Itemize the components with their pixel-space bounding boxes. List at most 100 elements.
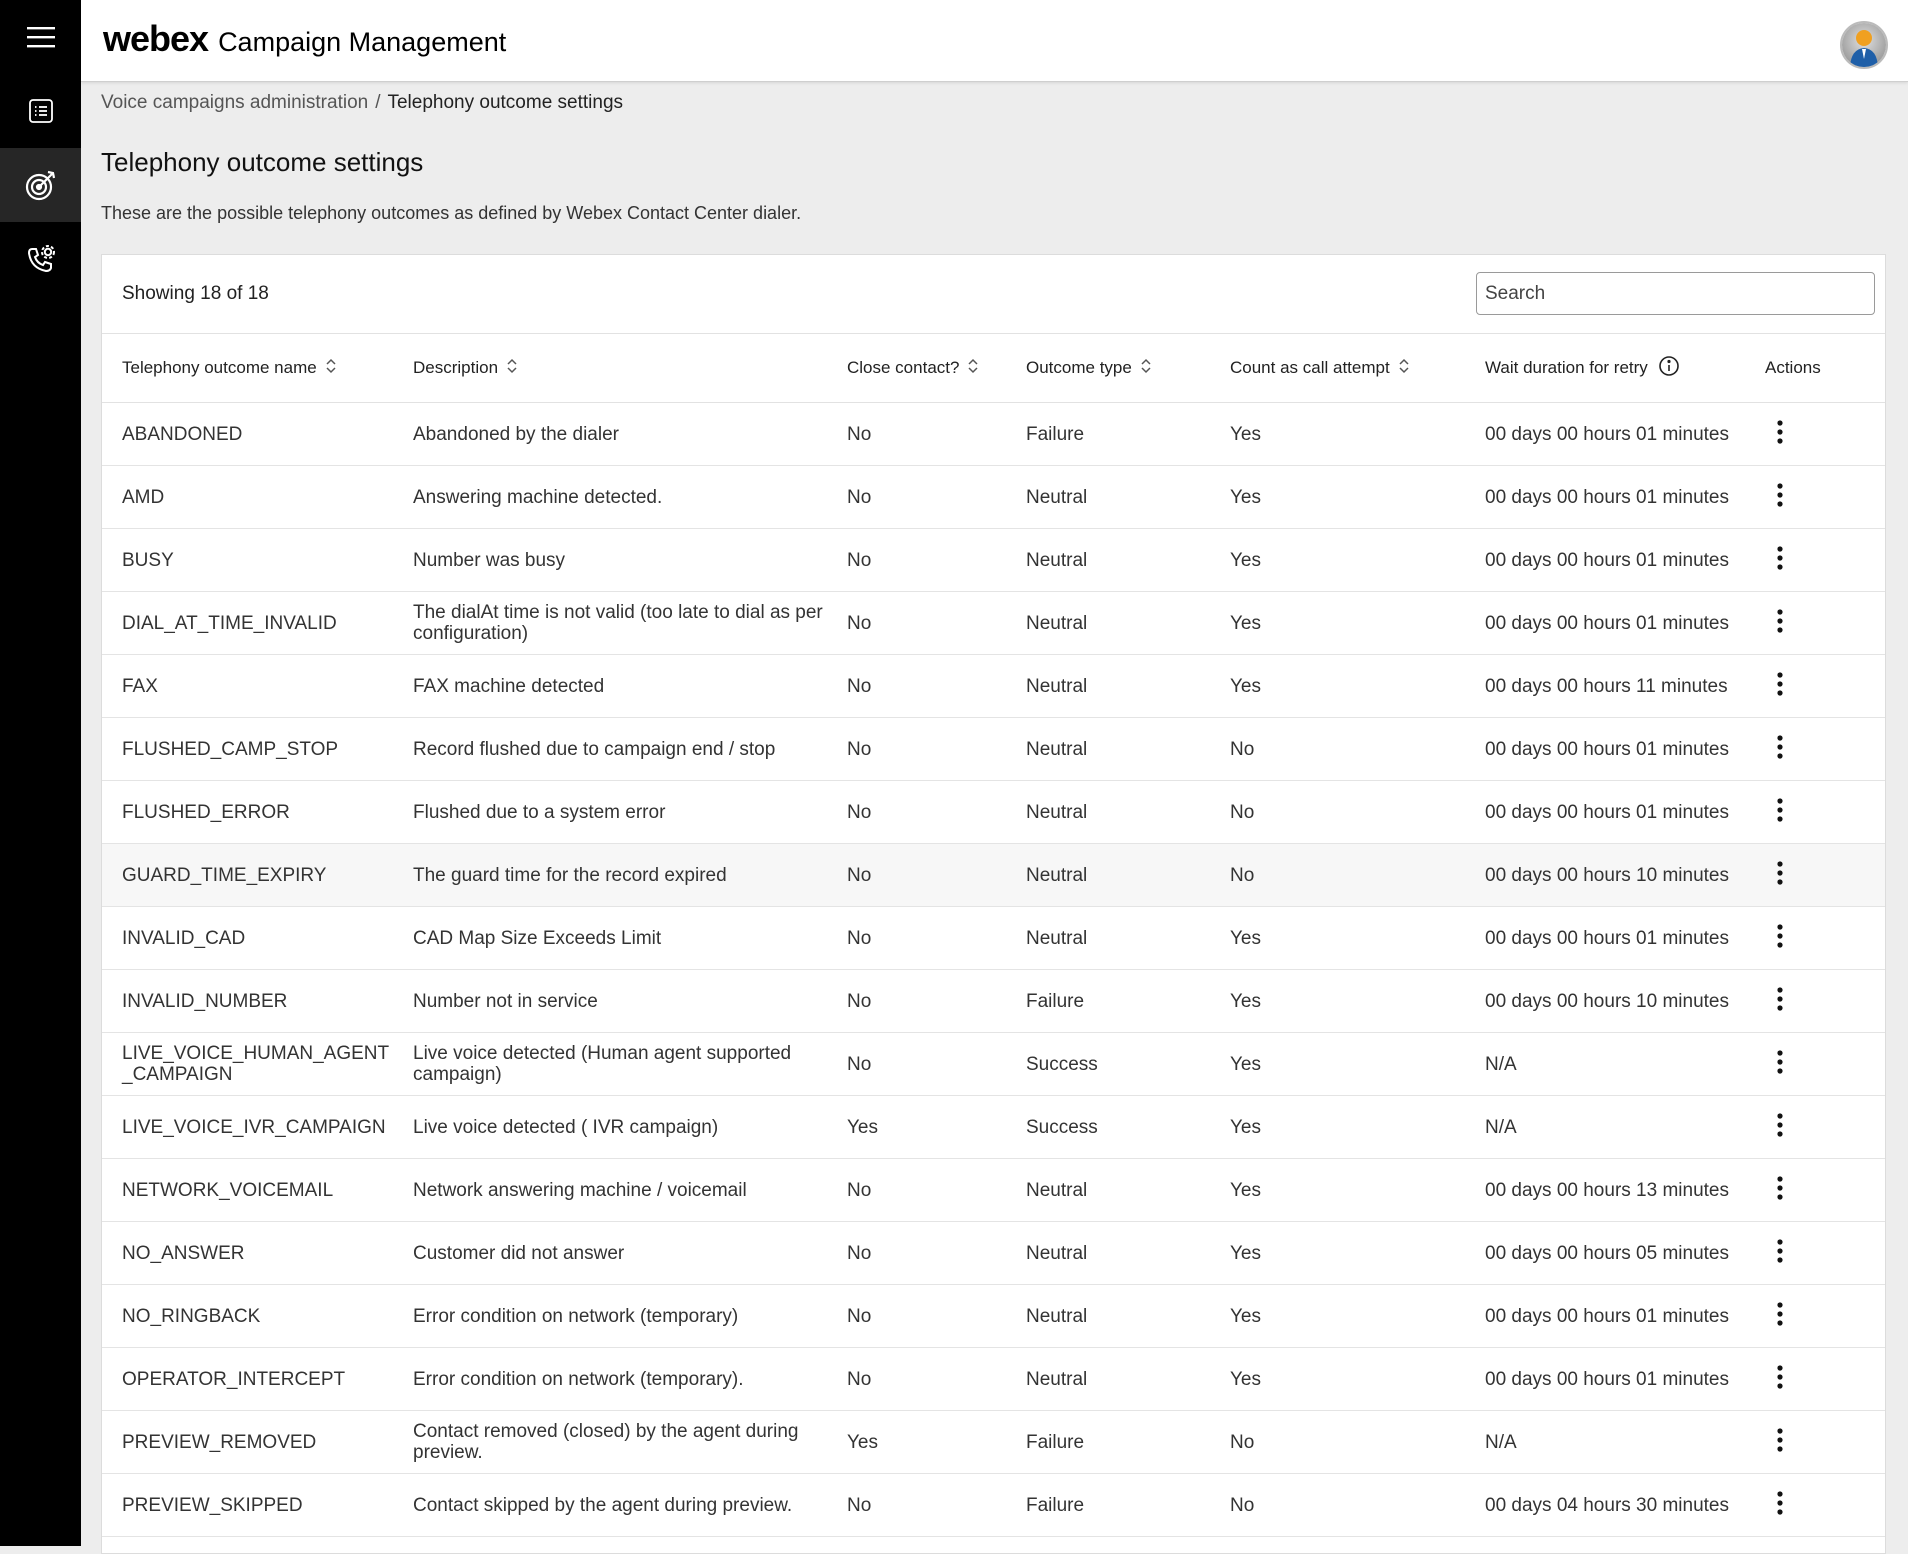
more-actions-button[interactable] <box>1765 667 1795 701</box>
kebab-menu-icon <box>1765 856 1795 890</box>
column-header-close-contact[interactable]: Close contact? <box>827 334 1006 403</box>
more-actions-button[interactable] <box>1765 1297 1795 1331</box>
more-actions-button[interactable] <box>1765 541 1795 575</box>
sort-icon[interactable] <box>325 357 337 380</box>
outcome-name-cell: PREVIEW_SKIPPED <box>102 1473 393 1537</box>
description-cell: The dialAt time is not valid (too late t… <box>393 591 827 655</box>
sort-icon[interactable] <box>967 357 979 380</box>
nav-outcomes[interactable] <box>0 148 81 222</box>
more-actions-button[interactable] <box>1765 478 1795 512</box>
menu-icon <box>26 26 55 48</box>
user-avatar[interactable] <box>1840 21 1888 69</box>
list-icon <box>28 98 54 124</box>
outcome-type-cell: Neutral <box>1006 1347 1210 1411</box>
nav-campaigns-list[interactable] <box>0 74 81 148</box>
count-as-attempt-cell: Yes <box>1210 906 1465 970</box>
breadcrumb-parent-link[interactable]: Voice campaigns administration <box>101 92 368 113</box>
description-cell: FAX machine detected <box>393 654 827 718</box>
more-actions-button[interactable] <box>1765 1108 1795 1142</box>
outcome-name-cell: BUSY <box>102 528 393 592</box>
more-actions-button[interactable] <box>1765 1423 1795 1457</box>
search-input[interactable] <box>1476 272 1875 315</box>
sort-icon[interactable] <box>1398 357 1410 380</box>
outcome-name-cell: NO_RINGBACK <box>102 1284 393 1348</box>
description-cell: Error condition on network (temporary) <box>393 1284 827 1348</box>
table-row: INVALID_NUMBER Number not in service No Fai… <box>102 969 1885 1033</box>
more-actions-button[interactable] <box>1765 1171 1795 1205</box>
column-header-outcome-type[interactable]: Outcome type <box>1006 334 1210 403</box>
kebab-menu-icon <box>1765 1171 1795 1205</box>
description-cell: Record flushed due to campaign end / sto… <box>393 717 827 781</box>
outcome-type-cell: Neutral <box>1006 1221 1210 1285</box>
close-contact-cell: No <box>827 1347 1006 1411</box>
results-count: Showing 18 of 18 <box>122 283 269 304</box>
more-actions-button[interactable] <box>1765 982 1795 1016</box>
actions-cell <box>1745 654 1885 718</box>
table-body: ABANDONED Abandoned by the dialer No Failur… <box>102 402 1885 1537</box>
wait-duration-cell: N/A <box>1465 1095 1745 1159</box>
kebab-menu-icon <box>1765 1108 1795 1142</box>
outcome-name-cell: FLUSHED_CAMP_STOP <box>102 717 393 781</box>
more-actions-button[interactable] <box>1765 1234 1795 1268</box>
close-contact-cell: No <box>827 1158 1006 1222</box>
description-cell: Live voice detected (Human agent support… <box>393 1032 827 1096</box>
description-cell: Answering machine detected. <box>393 465 827 529</box>
table-row: NO_RINGBACK Error condition on network (t… <box>102 1284 1885 1348</box>
more-actions-button[interactable] <box>1765 919 1795 953</box>
outcome-type-cell: Failure <box>1006 402 1210 466</box>
more-actions-button[interactable] <box>1765 730 1795 764</box>
actions-cell <box>1745 969 1885 1033</box>
outcome-type-cell: Neutral <box>1006 843 1210 907</box>
outcome-name-cell: INVALID_NUMBER <box>102 969 393 1033</box>
table-row: NETWORK_VOICEMAIL Network answering machi… <box>102 1158 1885 1222</box>
close-contact-cell: No <box>827 1284 1006 1348</box>
column-header-count-as-attempt[interactable]: Count as call attempt <box>1210 334 1465 403</box>
wait-duration-cell: 00 days 00 hours 01 minutes <box>1465 1347 1745 1411</box>
menu-button[interactable] <box>0 0 81 74</box>
more-actions-button[interactable] <box>1765 856 1795 890</box>
outcome-type-cell: Neutral <box>1006 528 1210 592</box>
column-header-name[interactable]: Telephony outcome name <box>102 334 393 403</box>
outcomes-table-card: Showing 18 of 18 Telephony outcome name … <box>101 254 1886 1554</box>
description-cell: Error condition on network (temporary). <box>393 1347 827 1411</box>
table-row: FLUSHED_ERROR Flushed due to a system err… <box>102 780 1885 844</box>
outcome-type-cell: Neutral <box>1006 1284 1210 1348</box>
more-actions-button[interactable] <box>1765 1045 1795 1079</box>
more-actions-button[interactable] <box>1765 1486 1795 1520</box>
outcome-name-cell: DIAL_AT_TIME_INVALID <box>102 591 393 655</box>
actions-cell <box>1745 1347 1885 1411</box>
breadcrumb-current: Telephony outcome settings <box>387 92 624 113</box>
count-as-attempt-cell: Yes <box>1210 528 1465 592</box>
wait-duration-cell: 00 days 00 hours 13 minutes <box>1465 1158 1745 1222</box>
actions-cell <box>1745 1095 1885 1159</box>
table-row: OPERATOR_INTERCEPT Error condition on net… <box>102 1347 1885 1411</box>
page-title: Telephony outcome settings <box>101 147 424 177</box>
kebab-menu-icon <box>1765 1045 1795 1079</box>
wait-duration-cell: 00 days 00 hours 01 minutes <box>1465 528 1745 592</box>
more-actions-button[interactable] <box>1765 793 1795 827</box>
info-icon[interactable] <box>1658 355 1680 382</box>
actions-cell <box>1745 1158 1885 1222</box>
close-contact-cell: No <box>827 1221 1006 1285</box>
wait-duration-cell: 00 days 00 hours 01 minutes <box>1465 1284 1745 1348</box>
sort-icon[interactable] <box>506 357 518 380</box>
more-actions-button[interactable] <box>1765 604 1795 638</box>
nav-voice-settings[interactable] <box>0 222 81 296</box>
more-actions-button[interactable] <box>1765 1360 1795 1394</box>
actions-cell <box>1745 591 1885 655</box>
wait-duration-cell: 00 days 00 hours 05 minutes <box>1465 1221 1745 1285</box>
outcome-type-cell: Failure <box>1006 969 1210 1033</box>
wait-duration-cell: N/A <box>1465 1410 1745 1474</box>
phone-settings-icon <box>26 244 56 274</box>
outcome-type-cell: Neutral <box>1006 780 1210 844</box>
user-avatar-icon <box>1842 23 1886 67</box>
breadcrumb: Voice campaigns administration / Telephony… <box>101 92 623 114</box>
column-header-description[interactable]: Description <box>393 334 827 403</box>
close-contact-cell: Yes <box>827 1410 1006 1474</box>
table-row: FAX FAX machine detected No Neutral Yes 00 da… <box>102 654 1885 718</box>
webex-logo: webex <box>103 18 209 59</box>
outcome-type-cell: Failure <box>1006 1473 1210 1537</box>
close-contact-cell: No <box>827 843 1006 907</box>
sort-icon[interactable] <box>1140 357 1152 380</box>
more-actions-button[interactable] <box>1765 415 1795 449</box>
